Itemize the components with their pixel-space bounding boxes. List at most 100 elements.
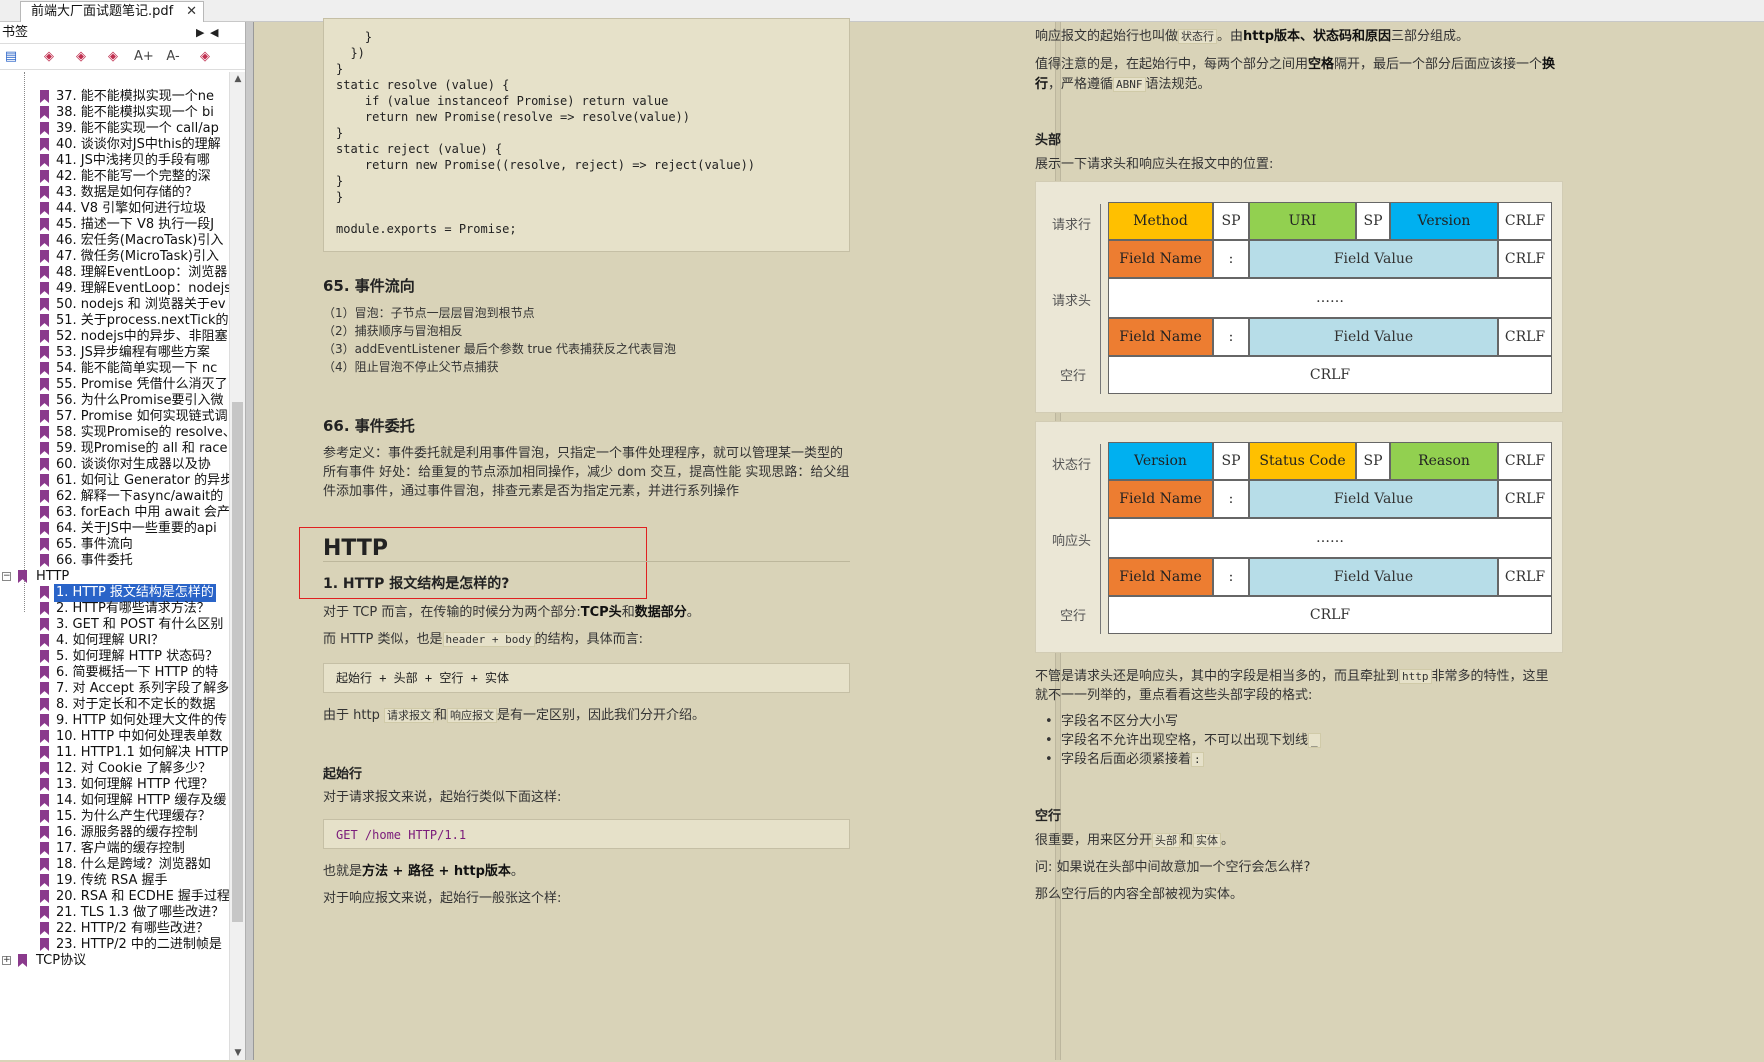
paragraph-method-path: 也就是方法 + 路径 + http版本。 — [323, 864, 524, 879]
field-value-cell: Field Value — [1249, 240, 1498, 278]
bookmark-icon — [40, 282, 49, 295]
field-value-cell: Field Value — [1249, 480, 1498, 518]
bookmark-icon — [40, 138, 49, 151]
bookmark-icon — [40, 778, 49, 791]
paragraph-headers: 展示一下请求头和响应头在报文中的位置: — [1035, 157, 1274, 172]
response-message-diagram: 状态行 响应头 空行 Version SP Status Code SP Rea… — [1035, 421, 1563, 653]
expand-toggle-icon[interactable]: + — [2, 956, 11, 965]
blank-line-label: 空行 — [1060, 369, 1087, 384]
bookmark-icon — [40, 442, 49, 455]
font-decrease-icon[interactable]: A- — [164, 48, 182, 66]
reason-cell: Reason — [1390, 442, 1498, 480]
edit-bookmark-icon[interactable]: ◈ — [104, 48, 122, 66]
field-value-cell: Field Value — [1249, 558, 1498, 596]
paragraph-abnf: 值得注意的是，在起始行中，每两个部分之间用空格隔开，最后一个部分后面应该接一个换… — [1035, 57, 1556, 92]
list-item: 字段名不允许出现空格，不可以出现下划线_ — [1035, 731, 1321, 750]
bookmark-icon — [40, 586, 49, 599]
bookmark-icon — [40, 794, 49, 807]
bookmark-icon — [18, 954, 27, 967]
bookmark-icon — [40, 602, 49, 615]
pdf-viewport[interactable]: } })} static resolve (value) { if (value … — [255, 18, 1764, 1060]
bookmark-icon — [40, 634, 49, 647]
response-headers-label: 响应头 — [1052, 534, 1092, 549]
paragraph-http-structure: 而 HTTP 类似，也是 header + body 的结构，具体而言: — [323, 632, 644, 647]
bookmark-icon — [40, 154, 49, 167]
paragraph-response-start: 对于响应报文来说，起始行一般张这个样: — [323, 891, 562, 906]
bookmarks-title: 书签 — [2, 25, 29, 40]
get-request-line: GET /home HTTP/1.1 — [336, 828, 467, 842]
code-line: } — [336, 190, 344, 204]
code-line: static resolve (value) { — [336, 78, 510, 92]
bookmark-icon — [40, 522, 49, 535]
delete-bookmark-icon[interactable]: ◈ — [72, 48, 90, 66]
crlf-cell: CRLF — [1498, 480, 1552, 518]
heading-66: 66. 事件委托 — [323, 417, 415, 435]
ellipsis-cell: …… — [1108, 278, 1552, 318]
bookmark-tree: 37. 能不能模拟实现一个ne 38. 能不能模拟实现一个 bi 39. 能不能实现… — [0, 72, 230, 1062]
collapse-toggle-icon[interactable]: − — [2, 572, 11, 581]
bookmark-icon — [40, 106, 49, 119]
request-line-label: 请求行 — [1052, 218, 1092, 233]
request-headers-label: 请求头 — [1052, 294, 1092, 309]
promise-code-block: } })} static resolve (value) { if (value … — [323, 18, 850, 252]
paragraph-tcp: 对于 TCP 而言，在传输的时候分为两个部分:TCP头和数据部分。 — [323, 605, 700, 620]
bookmark-icon — [40, 874, 49, 887]
sp-cell: SP — [1213, 202, 1249, 240]
panel-splitter[interactable] — [246, 22, 254, 1060]
bookmark-icon — [40, 618, 49, 631]
blank-crlf-cell: CRLF — [1108, 356, 1552, 394]
paragraph-start-line: 对于请求报文来说，起始行类似下面这样: — [323, 790, 562, 805]
field-name-cell: Field Name — [1108, 558, 1213, 596]
sp-cell: SP — [1356, 442, 1390, 480]
bookmark-icon — [40, 346, 49, 359]
heading-rule — [323, 561, 850, 562]
question-1-heading: 1. HTTP 报文结构是怎样的? — [323, 576, 510, 592]
colon-cell: : — [1213, 240, 1249, 278]
bookmark-icon — [40, 378, 49, 391]
list-item: 字段名不区分大小写 — [1035, 712, 1321, 731]
bookmark-section-tcp[interactable]: + TCP协议 — [0, 952, 230, 970]
paragraph-header-fields: 不管是请求头还是响应头，其中的字段是相当多的，而且牵扯到 http 非常多的特性，这… — [1035, 669, 1549, 703]
bookmark-icon — [40, 810, 49, 823]
bookmark-icon — [40, 490, 49, 503]
bookmark-icon — [40, 170, 49, 183]
document-tab-title: 前端大厂面试题笔记.pdf — [31, 4, 174, 19]
paragraph-answer: 那么空行后的内容全部被视为实体。 — [1035, 887, 1244, 902]
list-item: （3）addEventListener 最后个参数 true 代表捕获反之代表冒… — [323, 342, 676, 356]
code-line: return new Promise(resolve => resolve(va… — [336, 110, 691, 124]
bookmark-options-icon[interactable]: ▤ — [2, 48, 20, 66]
status-code-cell: Status Code — [1249, 442, 1356, 480]
bookmark-icon — [40, 506, 49, 519]
tab-bar: 前端大厂面试题笔记.pdf ✕ — [0, 0, 1764, 22]
scroll-up-icon[interactable]: ▲ — [230, 74, 246, 84]
scroll-down-icon[interactable]: ▼ — [230, 1048, 246, 1058]
close-tab-icon[interactable]: ✕ — [186, 2, 197, 22]
colon-cell: : — [1213, 318, 1249, 356]
bookmark-icon — [40, 474, 49, 487]
expand-panel-icon[interactable]: ▶ — [196, 22, 204, 44]
code-line: }) — [336, 46, 365, 60]
bookmark-icon — [40, 666, 49, 679]
document-tab[interactable]: 前端大厂面试题笔记.pdf ✕ — [20, 1, 204, 22]
collapse-panel-icon[interactable]: ◀ — [210, 22, 218, 44]
font-increase-icon[interactable]: A+ — [134, 48, 154, 66]
code-line: return new Promise((resolve, reject) => … — [336, 158, 756, 172]
bookmark-icon — [40, 122, 49, 135]
scrollbar-thumb[interactable] — [232, 402, 243, 922]
code-line: static reject (value) { — [336, 142, 503, 156]
uri-cell: URI — [1249, 202, 1356, 240]
bookmark-scrollbar[interactable]: ▲ ▼ — [229, 72, 245, 1060]
paragraph-blank-line: 很重要，用来区分开 头部和实体。 — [1035, 833, 1235, 848]
bookmark-find-icon[interactable]: ◈ — [196, 48, 214, 66]
add-bookmark-icon[interactable]: ◈ — [40, 48, 58, 66]
bookmarks-header: 书签 ▶ ◀ — [0, 22, 245, 44]
bookmark-icon — [40, 842, 49, 855]
list-item: 字段名后面必须紧接着: — [1035, 750, 1321, 769]
crlf-cell: CRLF — [1498, 442, 1552, 480]
bookmark-icon — [40, 90, 49, 103]
code-line: } — [336, 126, 344, 140]
bookmarks-panel: 书签 ▶ ◀ ▤ ◈ ◈ ◈ A+ A- ◈ 37. 能不能模拟实现一个ne 38… — [0, 22, 246, 1060]
field-value-cell: Field Value — [1249, 318, 1498, 356]
bookmark-icon — [40, 922, 49, 935]
bookmark-icon — [40, 730, 49, 743]
